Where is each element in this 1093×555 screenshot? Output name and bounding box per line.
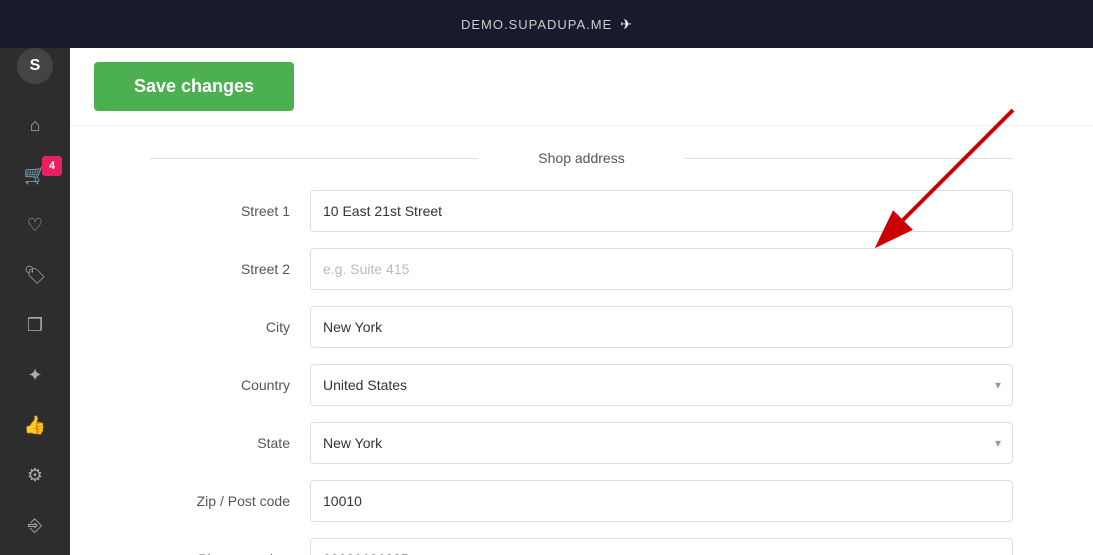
heart-icon: ♡ xyxy=(27,215,43,236)
home-icon: ⌂ xyxy=(30,115,41,136)
zip-row: Zip / Post code xyxy=(150,480,1013,522)
country-row: Country United States Canada United King… xyxy=(150,364,1013,406)
street1-label: Street 1 xyxy=(150,203,310,219)
section-title: Shop address xyxy=(150,150,1013,166)
zip-label: Zip / Post code xyxy=(150,493,310,509)
street1-input[interactable] xyxy=(310,190,1013,232)
pages-icon: ❒ xyxy=(27,315,43,336)
top-banner: DEMO.SUPADUPA.ME ✈ xyxy=(0,0,1093,48)
shop-address-section: Shop address Street 1 Street 2 City Coun… xyxy=(70,126,1093,555)
state-row: State New York California Texas ▾ xyxy=(150,422,1013,464)
phone-row: Phone number xyxy=(150,538,1013,555)
sidebar-logo[interactable]: S xyxy=(17,48,53,84)
street2-input[interactable] xyxy=(310,248,1013,290)
state-label: State xyxy=(150,435,310,451)
street2-row: Street 2 xyxy=(150,248,1013,290)
sidebar-item-settings[interactable]: ⚙ xyxy=(0,450,70,500)
sidebar-item-home[interactable]: ⌂ xyxy=(0,100,70,150)
cart-badge: 4 xyxy=(42,156,62,176)
zip-input[interactable] xyxy=(310,480,1013,522)
send-icon: ✈ xyxy=(620,16,632,33)
phone-input[interactable] xyxy=(310,538,1013,555)
main-content: Save changes Shop address Street 1 Stree… xyxy=(70,0,1093,555)
street2-label: Street 2 xyxy=(150,261,310,277)
country-select-wrapper: United States Canada United Kingdom ▾ xyxy=(310,364,1013,406)
sidebar-item-thumb[interactable]: 👍 xyxy=(0,400,70,450)
sidebar-item-pages[interactable]: ❒ xyxy=(0,300,70,350)
star-icon: ✦ xyxy=(27,365,42,386)
banner-text: DEMO.SUPADUPA.ME xyxy=(461,17,612,32)
sidebar-item-tags[interactable]: 🏷 xyxy=(0,250,70,300)
sidebar-item-featured[interactable]: ✦ xyxy=(0,350,70,400)
state-select-wrapper: New York California Texas ▾ xyxy=(310,422,1013,464)
city-label: City xyxy=(150,319,310,335)
settings-icon: ⚙ xyxy=(27,465,43,486)
city-row: City xyxy=(150,306,1013,348)
header-bar: Save changes xyxy=(70,48,1093,126)
country-select[interactable]: United States Canada United Kingdom xyxy=(310,364,1013,406)
sidebar-item-wishlist[interactable]: ♡ xyxy=(0,200,70,250)
city-input[interactable] xyxy=(310,306,1013,348)
phone-label: Phone number xyxy=(150,551,310,555)
sidebar-item-cart[interactable]: 🛒 4 xyxy=(0,150,70,200)
logout-icon: ⎆ xyxy=(28,515,42,536)
sidebar-item-logout[interactable]: ⎆ xyxy=(0,500,70,550)
state-select[interactable]: New York California Texas xyxy=(310,422,1013,464)
tag-icon: 🏷 xyxy=(24,265,47,286)
country-label: Country xyxy=(150,377,310,393)
sidebar: S ⌂ 🛒 4 ♡ 🏷 ❒ ✦ 👍 ⚙ ⎆ xyxy=(0,0,70,555)
thumb-icon: 👍 xyxy=(24,415,46,436)
save-button[interactable]: Save changes xyxy=(94,62,294,111)
street1-row: Street 1 xyxy=(150,190,1013,232)
